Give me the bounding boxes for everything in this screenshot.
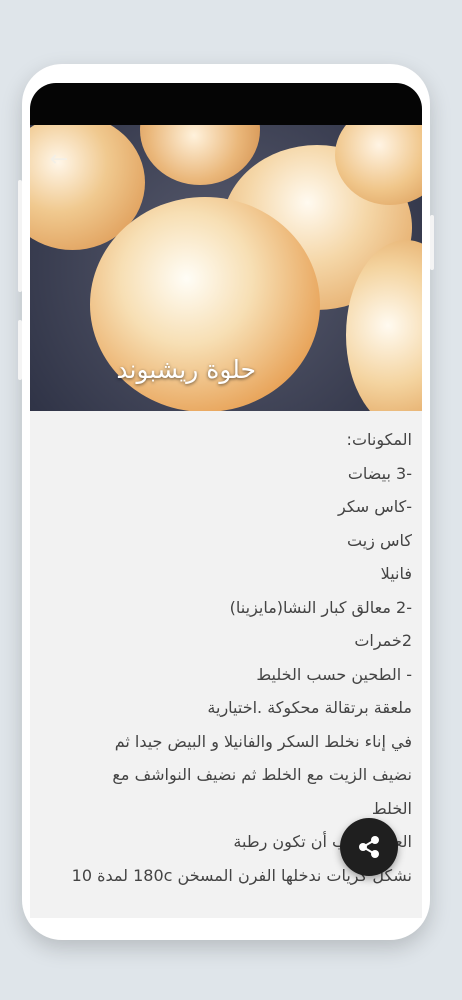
recipe-line: كاس زيت	[347, 530, 412, 550]
share-button[interactable]	[340, 818, 398, 876]
phone-side-button	[18, 180, 22, 292]
share-icon	[359, 836, 379, 858]
recipe-line: -2 معالق كبار النشا(مايزينا)	[229, 597, 412, 617]
recipe-line: في إناء نخلط السكر والفانيلا و البيض جيد…	[114, 731, 412, 751]
recipe-line: -3 بيضات	[347, 463, 412, 483]
recipe-line: 2خمرات	[354, 631, 412, 650]
status-bar	[30, 83, 422, 125]
back-button[interactable]: ←	[44, 145, 74, 175]
phone-side-button	[430, 215, 434, 270]
hero-image: ← حلوة ريشبوند	[30, 125, 422, 411]
app-screen: ← حلوة ريشبوند المكونات: -3 بيضات -كاس سكر…	[30, 83, 422, 918]
recipe-line: ملعقة برتقالة محكوكة .اختيارية	[207, 698, 412, 717]
phone-side-button	[18, 320, 22, 380]
recipe-line: - الطحين حسب الخليط	[256, 664, 412, 684]
recipe-line: فانيلا	[380, 564, 412, 583]
recipe-title: حلوة ريشبوند	[116, 355, 256, 384]
recipe-line: المكونات:	[346, 430, 412, 449]
arrow-left-icon: ←	[49, 147, 69, 172]
recipe-line: -كاس سكر	[338, 497, 412, 516]
recipe-line: نضيف الزيت مع الخلط ثم نضيف النواشف مع	[112, 765, 412, 784]
